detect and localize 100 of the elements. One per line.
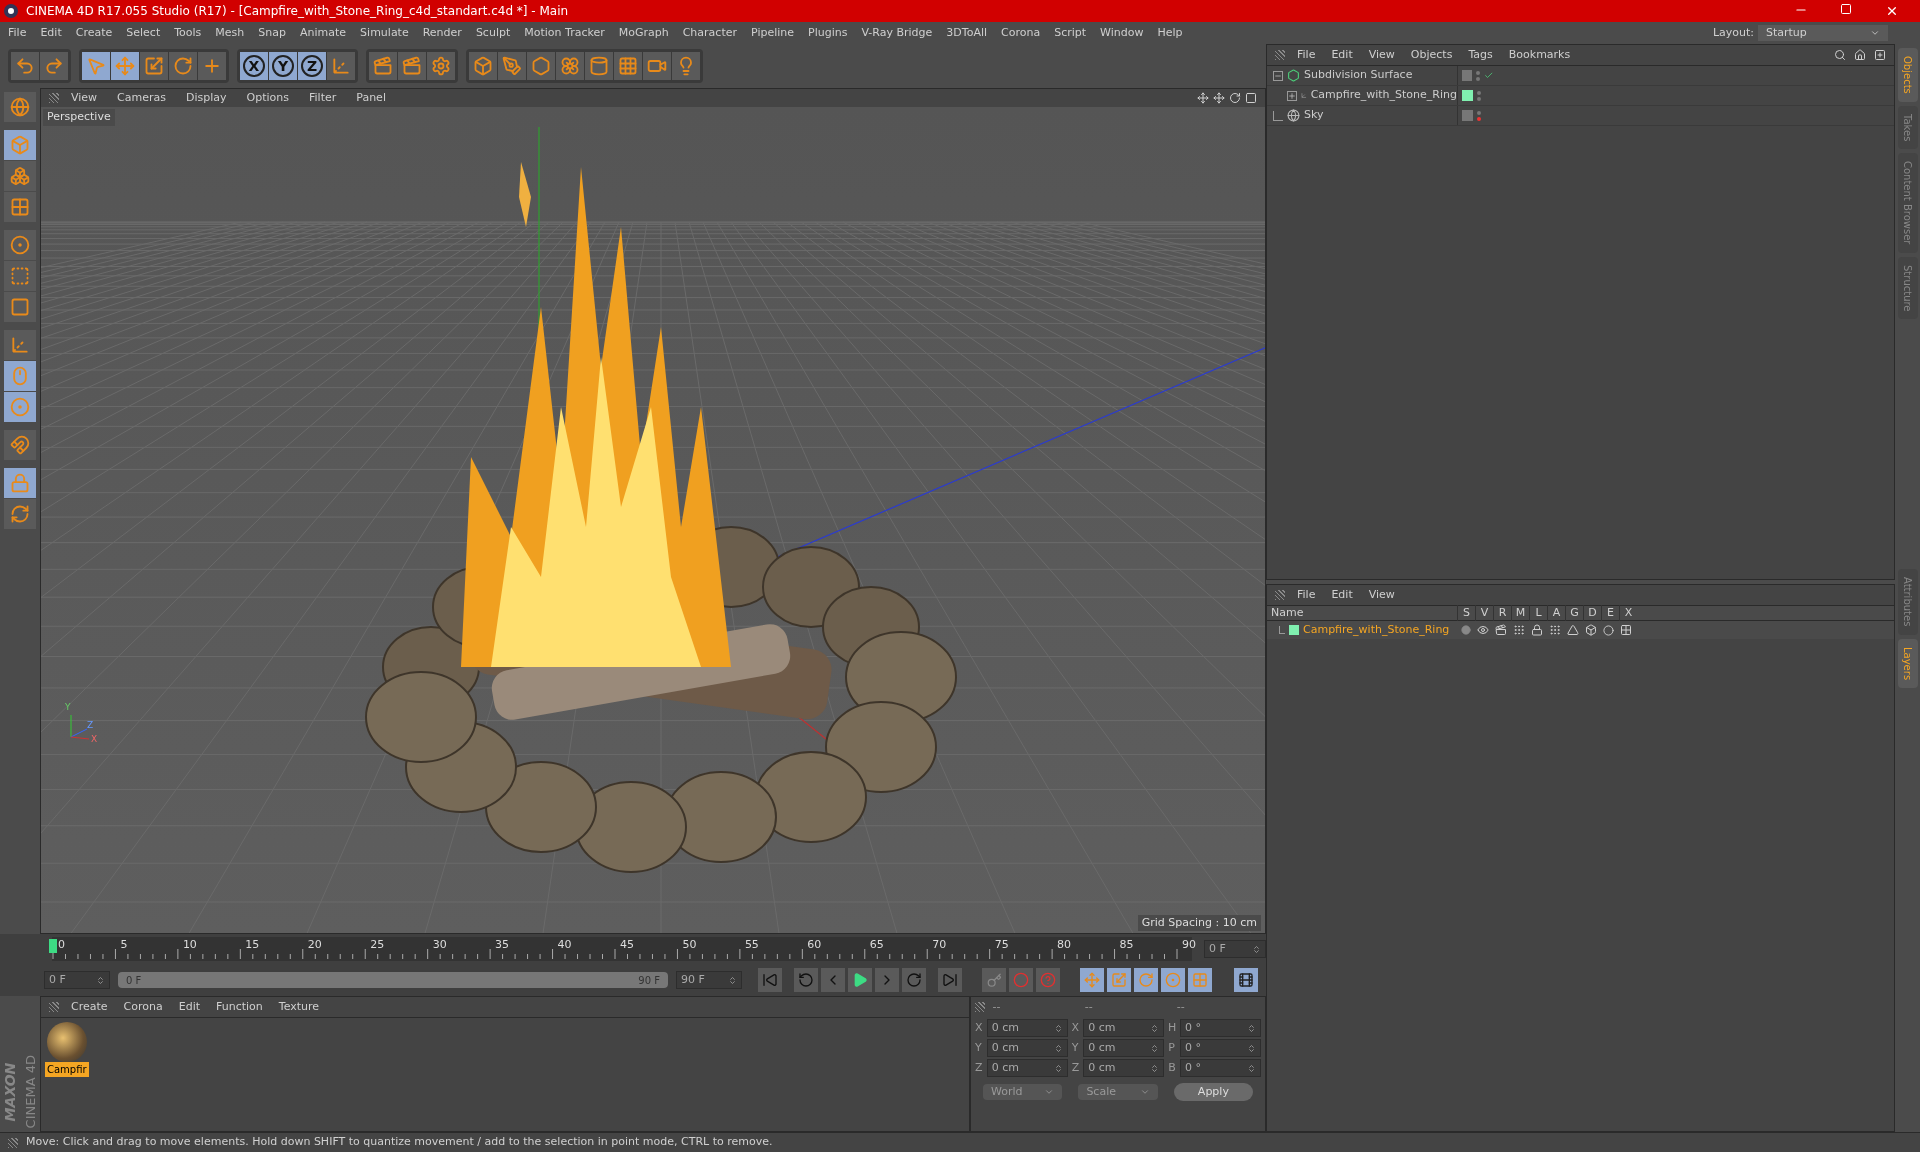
- check-icon[interactable]: [1483, 70, 1493, 81]
- spinner-icon[interactable]: [1246, 1043, 1256, 1053]
- menu-item[interactable]: Bookmarks: [1508, 46, 1571, 64]
- spinner-icon[interactable]: [1246, 1063, 1256, 1073]
- side-tab[interactable]: Objects: [1897, 48, 1918, 102]
- search-icon[interactable]: [1834, 49, 1846, 61]
- menu-item[interactable]: File: [1297, 46, 1316, 64]
- menu-item[interactable]: Animate: [300, 24, 347, 42]
- tool-button[interactable]: [643, 52, 671, 80]
- menu-item[interactable]: Edit: [1331, 586, 1353, 604]
- tool-button[interactable]: [4, 292, 36, 322]
- tool-button[interactable]: [4, 192, 36, 222]
- menu-item[interactable]: Character: [682, 24, 737, 42]
- transport-button[interactable]: [875, 968, 899, 992]
- panel-grip-icon[interactable]: [49, 1002, 59, 1012]
- zoom-icon[interactable]: [1213, 92, 1225, 104]
- object-name[interactable]: Subdivision Surface: [1304, 67, 1413, 84]
- layer-color-swatch[interactable]: [1289, 625, 1299, 635]
- menu-item[interactable]: View: [1368, 586, 1395, 604]
- tool-button[interactable]: [4, 161, 36, 191]
- spinner-icon[interactable]: [1247, 1023, 1256, 1033]
- menu-item[interactable]: Edit: [178, 998, 200, 1016]
- panel-grip-icon[interactable]: [1275, 590, 1285, 600]
- spinner-icon[interactable]: [728, 975, 737, 985]
- tool-button[interactable]: [327, 52, 355, 80]
- tool-button[interactable]: [4, 261, 36, 291]
- menu-item[interactable]: Motion Tracker: [524, 24, 605, 42]
- menu-item[interactable]: Edit: [40, 24, 62, 42]
- tool-button[interactable]: [4, 230, 36, 260]
- tree-expander[interactable]: [1287, 90, 1297, 101]
- menu-item[interactable]: MoGraph: [618, 24, 669, 42]
- restore-icon[interactable]: [1840, 3, 1852, 15]
- pan-icon[interactable]: [1197, 92, 1209, 104]
- tool-button[interactable]: [427, 52, 455, 80]
- transport-button[interactable]: [821, 968, 845, 992]
- axis-toggle-button[interactable]: Y: [269, 52, 297, 80]
- tool-button[interactable]: [11, 52, 39, 80]
- keyframe-button[interactable]: [982, 968, 1006, 992]
- tool-button[interactable]: [140, 52, 168, 80]
- size-field[interactable]: 0 cm: [1083, 1059, 1165, 1077]
- tool-button[interactable]: [4, 92, 36, 122]
- tool-button[interactable]: [398, 52, 426, 80]
- help-button[interactable]: [1036, 968, 1060, 992]
- column-header[interactable]: Name: [1267, 604, 1457, 622]
- menu-item[interactable]: Cameras: [117, 89, 166, 107]
- menu-item[interactable]: Script: [1054, 24, 1087, 42]
- solo-icon[interactable]: [1461, 625, 1471, 635]
- timeline-button[interactable]: [1234, 968, 1258, 992]
- menu-item[interactable]: V-Ray Bridge: [861, 24, 933, 42]
- tool-button[interactable]: [169, 52, 197, 80]
- tool-button[interactable]: [614, 52, 642, 80]
- transport-button[interactable]: [848, 968, 872, 992]
- spinner-icon[interactable]: [1053, 1023, 1063, 1033]
- transport-button[interactable]: [902, 968, 926, 992]
- menu-item[interactable]: Window: [1100, 24, 1144, 42]
- tool-button[interactable]: [585, 52, 613, 80]
- end-frame-field[interactable]: 90 F: [676, 971, 742, 989]
- menu-item[interactable]: Tools: [174, 24, 202, 42]
- panel-grip-icon[interactable]: [49, 93, 59, 103]
- position-field[interactable]: 0 cm: [986, 1039, 1068, 1057]
- menu-item[interactable]: Snap: [258, 24, 286, 42]
- object-name[interactable]: Campfire_with_Stone_Ring: [1310, 87, 1457, 104]
- lock-icon[interactable]: [1531, 624, 1543, 636]
- axis-toggle-button[interactable]: X: [240, 52, 268, 80]
- tool-button[interactable]: [4, 430, 36, 460]
- tool-button[interactable]: [527, 52, 555, 80]
- spinner-icon[interactable]: [1150, 1023, 1160, 1033]
- maximize-icon[interactable]: [1245, 92, 1257, 104]
- menu-item[interactable]: Render: [422, 24, 462, 42]
- start-frame-field[interactable]: 0 F: [44, 971, 110, 989]
- position-field[interactable]: 0 cm: [986, 1019, 1068, 1037]
- tree-expander[interactable]: [1273, 70, 1283, 81]
- transport-button[interactable]: [758, 968, 782, 992]
- menu-item[interactable]: Pipeline: [751, 24, 795, 42]
- menu-item[interactable]: Help: [1157, 24, 1183, 42]
- panel-grip-icon[interactable]: [975, 1002, 985, 1012]
- menu-item[interactable]: Corona: [1001, 24, 1041, 42]
- menu-item[interactable]: View: [1368, 46, 1395, 64]
- menu-item[interactable]: Tags: [1468, 46, 1493, 64]
- layout-dropdown[interactable]: Startup: [1758, 25, 1888, 41]
- rotation-field[interactable]: 0 °: [1180, 1019, 1261, 1037]
- menu-item[interactable]: Display: [186, 89, 227, 107]
- menu-item[interactable]: Edit: [1331, 46, 1353, 64]
- eye-icon[interactable]: [1477, 624, 1489, 636]
- menu-item[interactable]: Function: [216, 998, 263, 1016]
- tool-button[interactable]: [672, 52, 700, 80]
- transport-button[interactable]: [794, 968, 818, 992]
- spinner-icon[interactable]: [1053, 1043, 1063, 1053]
- menu-item[interactable]: View: [71, 89, 98, 107]
- layer-swatch[interactable]: [1462, 90, 1473, 101]
- menu-item[interactable]: Create: [75, 24, 113, 42]
- tool-button[interactable]: [40, 52, 68, 80]
- menu-item[interactable]: Plugins: [808, 24, 848, 42]
- menu-item[interactable]: File: [8, 24, 27, 42]
- position-field[interactable]: 0 cm: [986, 1059, 1068, 1077]
- tool-button[interactable]: [369, 52, 397, 80]
- tool-button[interactable]: [4, 330, 36, 360]
- size-field[interactable]: 0 cm: [1083, 1019, 1165, 1037]
- home-icon[interactable]: [1854, 49, 1866, 61]
- rotation-field[interactable]: 0 °: [1180, 1039, 1261, 1057]
